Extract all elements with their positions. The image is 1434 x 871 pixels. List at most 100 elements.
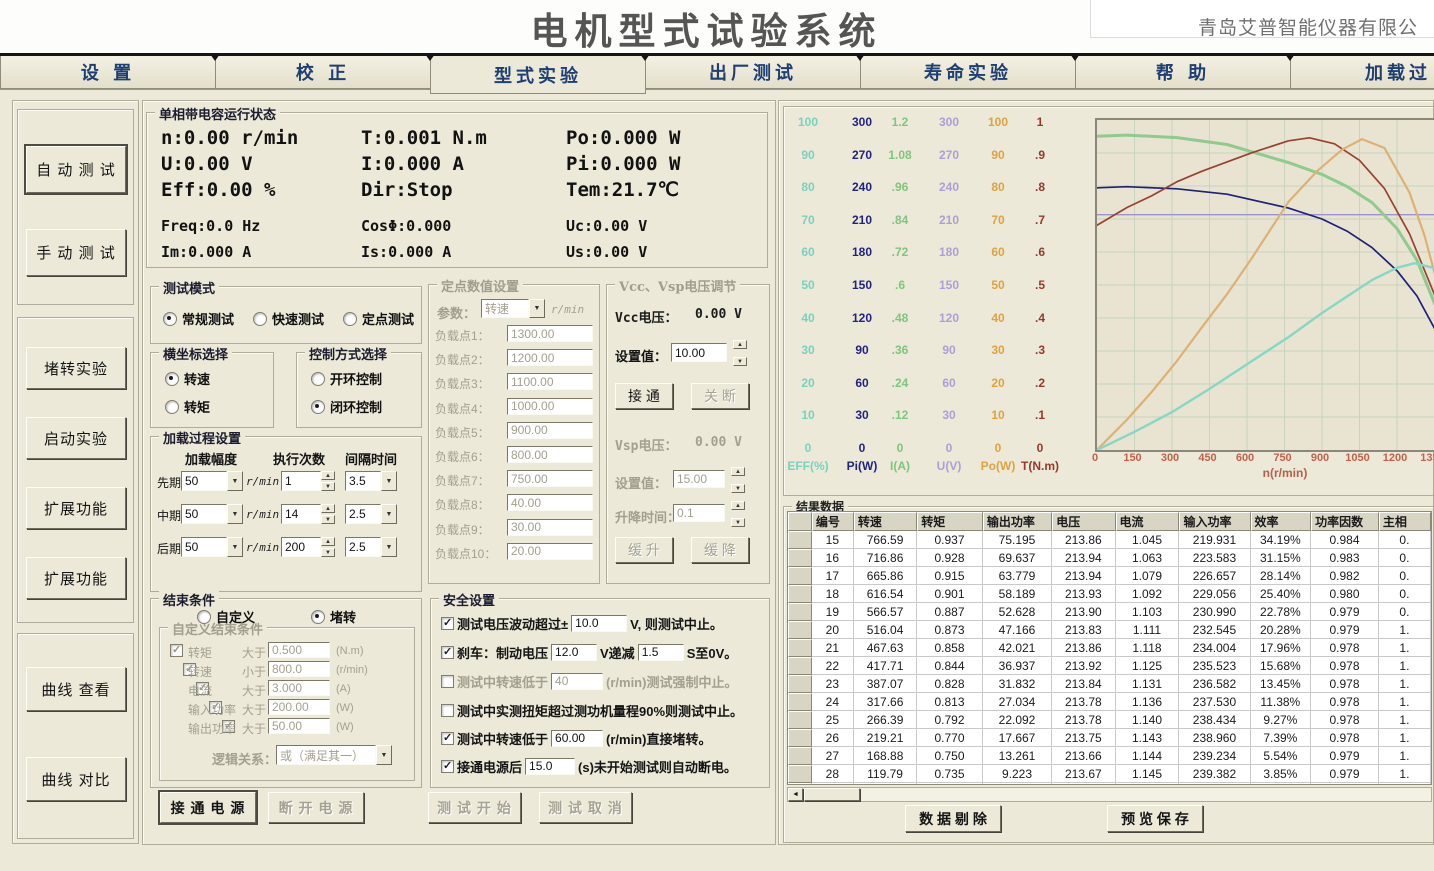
row-selector[interactable] [788,621,812,639]
radio-option-定点测试[interactable]: 定点测试 [343,309,414,328]
load-amplitude-select-arrow-icon[interactable]: ▼ [227,471,243,491]
radio-option-堵转[interactable]: 堵转 [311,607,356,626]
results-table[interactable]: 编号转速转矩输出功率电压电流输入功率效率功率因数主相15766.590.9377… [787,511,1432,785]
safety-checkbox[interactable] [441,617,454,630]
scrollbar-left-arrow-icon[interactable]: ◄ [788,788,803,801]
radio-icon[interactable] [197,610,211,624]
radio-icon[interactable] [311,372,325,386]
connect-power-button[interactable]: 接 通 电 源 [160,792,256,823]
tab-1[interactable]: 设 置 [0,56,216,89]
safety-value-input[interactable]: 10.0 [571,615,627,632]
tab-6[interactable]: 帮 助 [1075,56,1291,89]
radio-option-转速[interactable]: 转速 [165,369,210,388]
radio-option-开环控制[interactable]: 开环控制 [311,369,382,388]
radio-icon[interactable] [343,312,357,326]
curve-view-button[interactable]: 曲线 查看 [26,667,126,711]
load-count-spinner[interactable]: ▲▼ [321,537,335,557]
preview-save-button[interactable]: 预 览 保 存 [1107,805,1203,832]
load-count-spinner[interactable]: ▲▼ [321,504,335,524]
tab-5[interactable]: 寿命实验 [860,56,1076,89]
spin-up-icon[interactable]: ▲ [321,537,335,546]
row-selector[interactable] [788,657,812,675]
row-selector[interactable] [788,603,812,621]
row-selector[interactable] [788,639,812,657]
radio-icon[interactable] [165,400,179,414]
row-selector-marker-icon[interactable]: ► [788,783,812,785]
load-interval-select-arrow-icon[interactable]: ▼ [381,537,397,557]
safety-checkbox[interactable] [441,646,454,659]
spin-up-icon[interactable]: ▲ [321,471,335,480]
safety-value-input[interactable]: 1.5 [638,644,684,661]
vcc-on-button[interactable]: 接 通 [615,383,673,409]
cell: 213.75 [1052,729,1115,747]
startup-test-button[interactable]: 启动实验 [26,417,126,459]
data-delete-button[interactable]: 数 据 剔 除 [905,805,1001,832]
spin-down-icon[interactable]: ▼ [321,548,335,557]
row-selector[interactable] [788,549,812,567]
extended-function-button[interactable]: 扩展功能 [26,487,126,529]
cell: 716.86 [854,549,917,567]
load-interval-select[interactable]: 2.5▼ [345,537,397,557]
radio-icon[interactable] [165,372,179,386]
load-count-input[interactable]: 1 [281,471,321,491]
row-selector[interactable] [788,675,812,693]
tab-4[interactable]: 出厂测试 [645,56,861,89]
radio-icon[interactable] [163,312,177,326]
vcc-set-spinner[interactable]: ▲ ▼ [733,340,747,366]
radio-icon[interactable] [253,312,267,326]
extended-function-button-2[interactable]: 扩展功能 [26,557,126,599]
curve-compare-button[interactable]: 曲线 对比 [26,757,126,801]
tab-2[interactable]: 校 正 [215,56,431,89]
radio-option-快速测试[interactable]: 快速测试 [253,309,324,328]
radio-icon[interactable] [311,610,325,624]
radio-option-闭环控制[interactable]: 闭环控制 [311,397,382,416]
load-count-input[interactable]: 200 [281,537,321,557]
row-selector[interactable] [788,693,812,711]
scrollbar-thumb[interactable] [804,788,860,801]
spin-down-icon[interactable]: ▼ [321,482,335,491]
radio-icon[interactable] [311,400,325,414]
safety-checkbox[interactable] [441,760,454,773]
load-count-input[interactable]: 14 [281,504,321,524]
row-selector[interactable] [788,531,812,549]
spin-down-icon[interactable]: ▼ [733,357,747,366]
safety-checkbox[interactable] [441,704,454,717]
condition-unit: (W) [336,721,354,733]
radio-option-转矩[interactable]: 转矩 [165,397,210,416]
table-scrollbar[interactable]: ◄ [787,787,1432,802]
load-count-spinner[interactable]: ▲▼ [321,471,335,491]
row-selector[interactable] [788,765,812,783]
tab-3[interactable]: 型式实验 [430,56,646,94]
locked-rotor-test-button[interactable]: 堵转实验 [26,347,126,389]
load-interval-select[interactable]: 3.5▼ [345,471,397,491]
spin-up-icon[interactable]: ▲ [733,340,747,349]
vcc-set-input[interactable]: 10.00 [671,343,727,362]
manual-test-button[interactable]: 手 动 测 试 [26,229,126,276]
auto-test-button[interactable]: 自 动 测 试 [26,146,126,193]
cell: 1. [1379,711,1431,729]
safety-checkbox[interactable] [441,732,454,745]
row-selector[interactable] [788,729,812,747]
column-header-转速: 转速 [854,512,917,531]
load-amplitude-select[interactable]: 50▼ [181,471,243,491]
radio-option-自定义[interactable]: 自定义 [197,607,255,626]
row-selector[interactable] [788,585,812,603]
safety-value-input[interactable]: 12.0 [551,644,597,661]
safety-value-input[interactable]: 60.00 [551,730,603,747]
load-amplitude-select[interactable]: 50▼ [181,504,243,524]
safety-value-input[interactable]: 15.0 [525,758,575,775]
tab-7[interactable]: 加载过 [1290,56,1434,89]
radio-option-常规测试[interactable]: 常规测试 [163,309,234,328]
load-interval-select-arrow-icon[interactable]: ▼ [381,504,397,524]
load-amplitude-select[interactable]: 50▼ [181,537,243,557]
load-amplitude-select-arrow-icon[interactable]: ▼ [227,504,243,524]
load-interval-select[interactable]: 2.5▼ [345,504,397,524]
spin-up-icon[interactable]: ▲ [321,504,335,513]
row-selector-header [788,512,812,531]
load-interval-select-arrow-icon[interactable]: ▼ [381,471,397,491]
row-selector[interactable] [788,747,812,765]
spin-down-icon[interactable]: ▼ [321,515,335,524]
row-selector[interactable] [788,567,812,585]
row-selector[interactable] [788,711,812,729]
load-amplitude-select-arrow-icon[interactable]: ▼ [227,537,243,557]
